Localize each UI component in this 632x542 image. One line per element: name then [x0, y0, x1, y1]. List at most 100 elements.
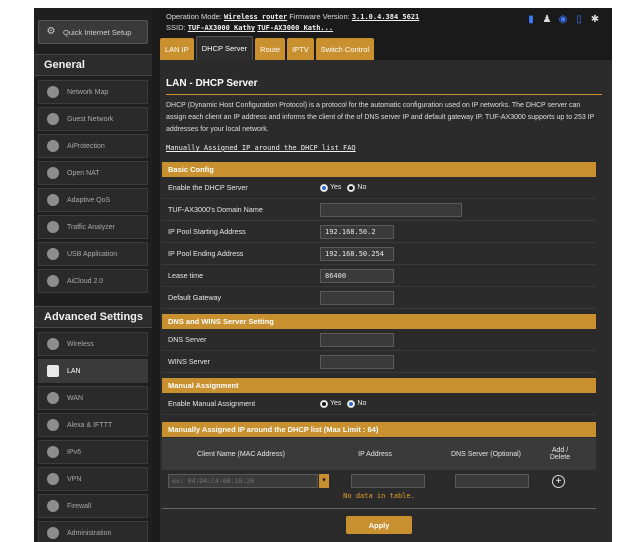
manual-ip-input[interactable]: [351, 474, 425, 488]
general-header: General: [34, 54, 152, 76]
ipv6-icon: [47, 446, 59, 458]
dns-server-input[interactable]: [320, 332, 394, 347]
add-entry-button[interactable]: +: [552, 474, 565, 488]
ip-pool-start-row: IP Pool Starting Address: [162, 221, 596, 243]
sidebar-item-administration[interactable]: Administration: [38, 521, 148, 542]
wins-server-input[interactable]: [320, 354, 394, 369]
sidebar-item-label: Network Map: [67, 88, 109, 96]
lan-icon: [47, 365, 59, 377]
tab-switch-control[interactable]: Switch Control: [315, 38, 375, 60]
tab-iptv[interactable]: IPTV: [287, 38, 314, 60]
sidebar-item-traffic-analyzer[interactable]: Traffic Analyzer: [38, 215, 148, 239]
col-ip-address: IP Address: [358, 450, 392, 458]
ip-pool-start-label: IP Pool Starting Address: [168, 227, 246, 236]
domain-name-input[interactable]: [320, 202, 462, 217]
tab-route[interactable]: Route: [255, 38, 286, 60]
sidebar-item-network-map[interactable]: Network Map: [38, 80, 148, 104]
sidebar: ⚙ Quick Internet Setup General Network M…: [34, 8, 152, 542]
sidebar-item-firewall[interactable]: Firewall: [38, 494, 148, 518]
enable-manual-label: Enable Manual Assignment: [168, 399, 256, 408]
firmware-label: Firmware Version:: [289, 12, 350, 21]
sidebar-item-label: WAN: [67, 394, 84, 402]
sidebar-item-guest-network[interactable]: Guest Network: [38, 107, 148, 131]
main-content: LAN - DHCP Server DHCP (Dynamic Host Con…: [160, 60, 612, 542]
ip-pool-start-input[interactable]: [320, 224, 394, 239]
faq-link[interactable]: Manually Assigned IP around the DHCP lis…: [166, 144, 356, 152]
sidebar-item-label: Open NAT: [67, 169, 100, 177]
enable-dhcp-label: Enable the DHCP Server: [168, 183, 248, 192]
sidebar-item-ipv6[interactable]: IPv6: [38, 440, 148, 464]
sidebar-item-label: LAN: [67, 367, 81, 375]
status-icons: ▮ ♟ ◉ ▯ ✱: [526, 14, 600, 26]
aiprotection-icon: [47, 140, 59, 152]
client-dropdown-button[interactable]: ▾: [319, 474, 329, 488]
radio-unselected-icon: [347, 183, 356, 192]
firmware-link[interactable]: 3.1.0.4.384_5621: [352, 13, 419, 21]
sidebar-item-lan[interactable]: LAN: [38, 359, 148, 383]
empty-table-message: No data in table.: [343, 492, 415, 500]
operation-mode-row: Operation Mode: Wireless router Firmware…: [166, 12, 419, 21]
ip-pool-end-input[interactable]: [320, 246, 394, 261]
notification-icon[interactable]: ▮: [526, 14, 536, 26]
usb-status-icon[interactable]: ▯: [574, 14, 584, 26]
usb-icon: [47, 248, 59, 260]
firewall-icon: [47, 500, 59, 512]
guest-network-icon: [47, 113, 59, 125]
tab-dhcp-server[interactable]: DHCP Server: [195, 36, 254, 60]
qos-icon: [47, 194, 59, 206]
enable-manual-no-radio[interactable]: No: [347, 399, 367, 408]
ssid-1: TUF-AX3000_Kathy: [187, 24, 256, 32]
enable-manual-yes-radio[interactable]: Yes: [320, 399, 342, 408]
open-nat-icon: [47, 167, 59, 179]
enable-dhcp-yes-radio[interactable]: Yes: [320, 183, 341, 192]
apply-button[interactable]: Apply: [346, 516, 412, 534]
settings-icon[interactable]: ✱: [590, 14, 600, 26]
manual-dns-input[interactable]: [455, 474, 529, 488]
page-description: DHCP (Dynamic Host Configuration Protoco…: [166, 102, 595, 133]
default-gateway-row: Default Gateway: [162, 287, 596, 309]
sidebar-item-label: AiProtection: [67, 142, 105, 150]
mac-address-input[interactable]: [168, 474, 318, 488]
enable-dhcp-row: Enable the DHCP Server Yes No: [162, 177, 596, 199]
quick-internet-setup-button[interactable]: ⚙ Quick Internet Setup: [38, 20, 148, 44]
sidebar-item-usb-application[interactable]: USB Application: [38, 242, 148, 266]
radio-label: Yes: [330, 400, 342, 407]
tab-bar: LAN IP DHCP Server Route IPTV Switch Con…: [160, 36, 375, 60]
sidebar-item-aiprotection[interactable]: AiProtection: [38, 134, 148, 158]
sidebar-item-vpn[interactable]: VPN: [38, 467, 148, 491]
domain-name-label: TUF-AX3000's Domain Name: [168, 205, 263, 214]
sidebar-item-alexa-ifttt[interactable]: Alexa & IFTTT: [38, 413, 148, 437]
sidebar-item-label: Wireless: [67, 340, 94, 348]
radio-label: No: [357, 400, 367, 407]
bottom-divider: [162, 508, 596, 509]
lease-time-input[interactable]: [320, 268, 394, 283]
operation-mode-label: Operation Mode:: [166, 12, 222, 21]
sidebar-item-wan[interactable]: WAN: [38, 386, 148, 410]
vpn-icon: [47, 473, 59, 485]
operation-mode-link[interactable]: Wireless router: [224, 13, 287, 21]
default-gateway-input[interactable]: [320, 290, 394, 305]
wan-icon: [47, 392, 59, 404]
sidebar-item-label: USB Application: [67, 250, 118, 258]
dns-server-label: DNS Server: [168, 335, 207, 344]
clients-icon[interactable]: ♟: [542, 14, 552, 26]
network-status-icon[interactable]: ◉: [558, 14, 568, 26]
sidebar-item-label: Firewall: [67, 502, 92, 510]
page-title: LAN - DHCP Server: [166, 78, 258, 89]
sidebar-item-label: VPN: [67, 475, 82, 483]
enable-manual-row: Enable Manual Assignment Yes No: [162, 393, 596, 415]
dns-wins-header: DNS and WINS Server Setting: [162, 314, 596, 329]
alexa-icon: [47, 419, 59, 431]
ssid-2: TUF-AX3000_Kath...: [257, 24, 334, 32]
sidebar-item-adaptive-qos[interactable]: Adaptive QoS: [38, 188, 148, 212]
basic-config-header: Basic Config: [162, 162, 596, 177]
lease-time-row: Lease time: [162, 265, 596, 287]
advanced-settings-header: Advanced Settings: [34, 306, 152, 328]
enable-dhcp-no-radio[interactable]: No: [347, 183, 366, 192]
sidebar-item-aicloud[interactable]: AiCloud 2.0: [38, 269, 148, 293]
network-map-icon: [47, 86, 59, 98]
tab-lan-ip[interactable]: LAN IP: [160, 38, 194, 60]
wireless-icon: [47, 338, 59, 350]
sidebar-item-open-nat[interactable]: Open NAT: [38, 161, 148, 185]
sidebar-item-wireless[interactable]: Wireless: [38, 332, 148, 356]
